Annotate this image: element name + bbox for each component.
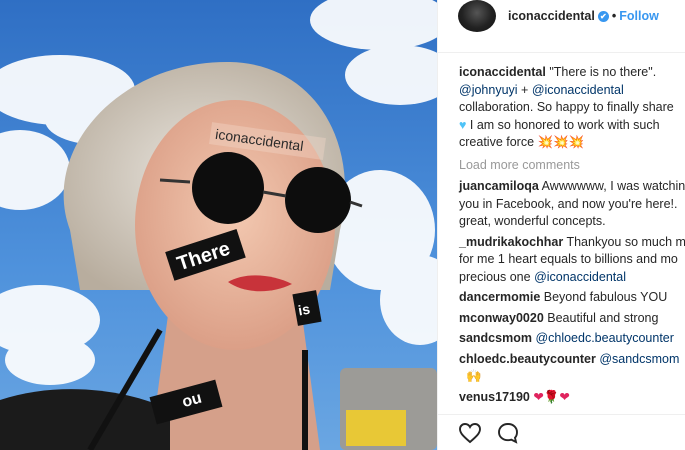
separator-dot: • — [611, 9, 617, 23]
caption-line1: "There is no there". — [549, 65, 657, 79]
load-more-comments-button[interactable]: Load more comments — [459, 157, 685, 175]
photo-illustration: iconaccidental There is no — [0, 0, 437, 450]
comment-text: Awwwwww, I was watching — [538, 179, 685, 193]
comment-mention[interactable]: @iconaccidental — [534, 270, 626, 284]
follow-button[interactable]: Follow — [619, 9, 659, 23]
post-header: iconaccidental ✔ • Follow — [438, 0, 685, 53]
comment-username[interactable]: dancermomie — [459, 290, 540, 304]
comment-username[interactable]: venus17190 — [459, 390, 530, 404]
comment-text: great, wonderful concepts. — [459, 214, 606, 228]
comment-item: venus17190 ❤🌹❤ — [459, 389, 685, 407]
caption-line4: I am so honored to work with such — [466, 117, 660, 132]
caption-plus: + — [517, 82, 532, 97]
comment-username[interactable]: chloedc.beautycounter — [459, 352, 596, 366]
comment-text: ❤🌹❤ — [529, 389, 570, 404]
post-sidebar: iconaccidental ✔ • Follow iconaccidental "T… — [437, 0, 685, 450]
caption-mention-iconaccidental[interactable]: @iconaccidental — [532, 83, 624, 97]
comment-item: juancamiloqa Awwwwww, I was watching you… — [459, 178, 685, 231]
comment-item: chloedc.beautycounter @sandcsmom 🙌 — [459, 351, 685, 386]
comments-list: iconaccidental "There is no there". @joh… — [459, 64, 685, 406]
comment-item: sandcsmom @chloedc.beautycounter — [459, 330, 685, 348]
comment-text: Beautiful and strong — [543, 310, 659, 325]
header-username[interactable]: iconaccidental — [508, 9, 595, 23]
action-bar — [438, 414, 685, 450]
caption-line3: collaboration. So happy to finally share — [459, 100, 674, 114]
comment-item: _mudrikakochhar Thankyou so much m for m… — [459, 234, 685, 287]
comment-mention[interactable]: @sandcsmom — [599, 352, 679, 366]
comment-text: Thankyou so much m — [563, 234, 685, 249]
verified-badge-icon: ✔ — [597, 11, 609, 23]
caption: iconaccidental "There is no there". @joh… — [459, 64, 685, 152]
caption-mention-johnyuyi[interactable]: @johnyuyi — [459, 83, 518, 97]
avatar[interactable] — [458, 0, 496, 32]
raised-hands-icon: 🙌 — [459, 369, 482, 383]
comment-item: dancermomie Beyond fabulous YOU — [459, 289, 685, 307]
header-username-row: iconaccidental ✔ • Follow — [508, 9, 659, 23]
comment-text: Beyond fabulous YOU — [540, 290, 668, 304]
comment-username[interactable]: juancamiloqa — [459, 179, 539, 193]
comment-bubble-icon[interactable] — [495, 421, 521, 450]
comment-username[interactable]: mconway0020 — [459, 311, 544, 325]
post-photo[interactable]: iconaccidental There is no — [0, 0, 437, 450]
caption-line5: creative force — [459, 135, 538, 149]
comment-text: for me 1 heart equals to billions and mo — [459, 252, 678, 266]
comment-text: precious one — [459, 269, 535, 284]
comment-mention[interactable]: @chloedc.beautycounter — [535, 331, 673, 345]
caption-username[interactable]: iconaccidental — [459, 65, 546, 79]
like-heart-icon[interactable] — [457, 421, 483, 450]
comment-username[interactable]: sandcsmom — [459, 331, 532, 345]
comment-item: mconway0020 Beautiful and strong — [459, 310, 685, 328]
collision-emoji-icons: 💥💥💥 — [537, 135, 585, 149]
comment-text: you in Facebook, and now you're here!. — [459, 196, 678, 211]
comment-username[interactable]: _mudrikakochhar — [459, 235, 563, 249]
